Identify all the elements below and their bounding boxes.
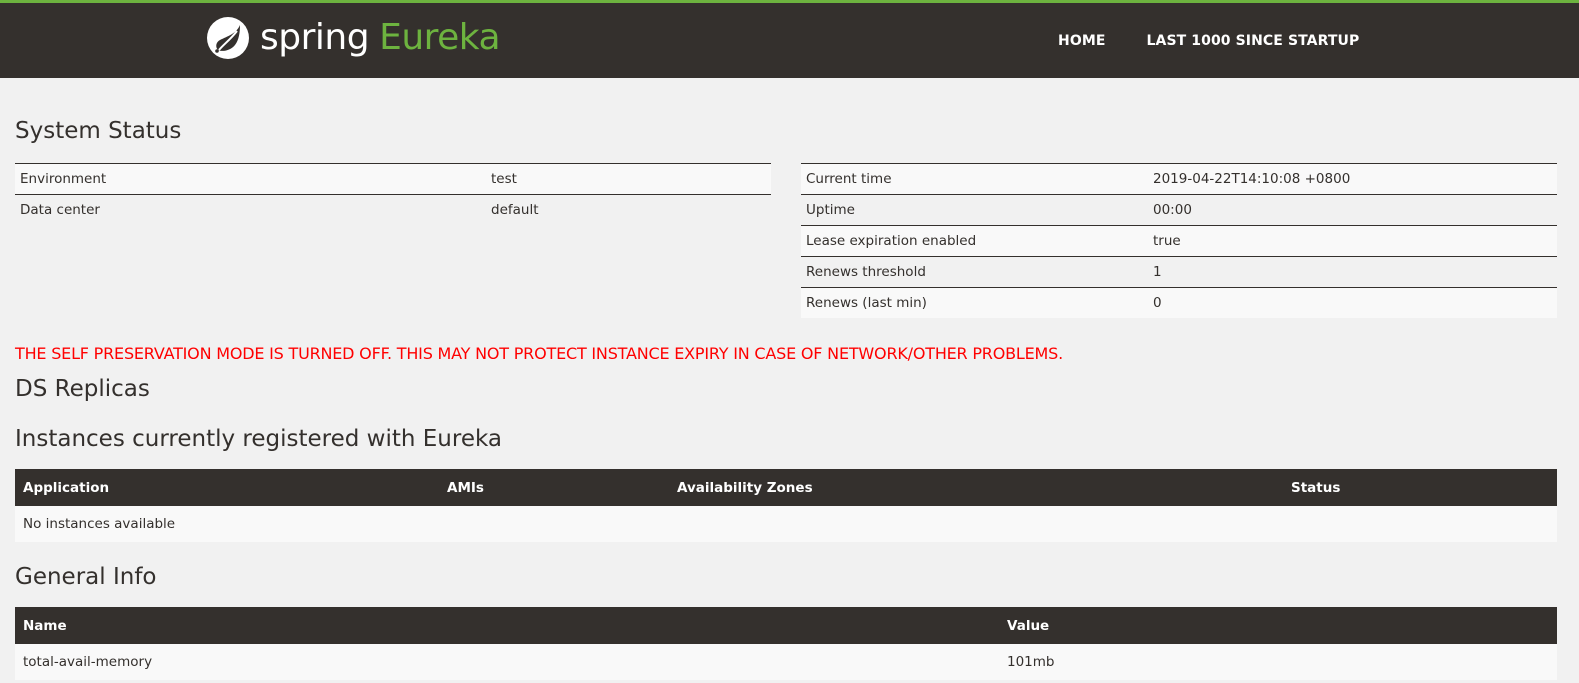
column-header-status: Status xyxy=(1283,469,1557,506)
status-key: Renews (last min) xyxy=(801,287,1148,318)
table-row: Renews (last min) 0 xyxy=(801,287,1557,318)
status-key: Lease expiration enabled xyxy=(801,225,1148,257)
system-status-left-table: Environment test Data center default xyxy=(15,163,771,225)
brand-logo-link[interactable]: spring Eureka xyxy=(206,14,501,62)
status-key: Uptime xyxy=(801,194,1148,226)
self-preservation-warning: THE SELF PRESERVATION MODE IS TURNED OFF… xyxy=(15,344,1063,363)
table-row: Renews threshold 1 xyxy=(801,256,1557,288)
table-row: total-avail-memory 101mb xyxy=(15,644,1557,680)
column-header-value: Value xyxy=(999,607,1557,644)
nav-home-link[interactable]: HOME xyxy=(1058,33,1106,49)
column-header-name: Name xyxy=(15,607,999,644)
table-header-row: Application AMIs Availability Zones Stat… xyxy=(15,469,1557,506)
navbar: spring Eureka HOME LAST 1000 SINCE STARTU… xyxy=(0,0,1579,78)
status-value: true xyxy=(1148,225,1557,257)
status-key: Data center xyxy=(15,194,486,225)
table-row: Data center default xyxy=(15,194,771,225)
status-value: 2019-04-22T14:10:08 +0800 xyxy=(1148,163,1557,195)
ds-replicas-title: DS Replicas xyxy=(15,376,150,402)
info-value: 101mb xyxy=(999,644,1557,680)
spring-leaf-icon xyxy=(207,17,249,59)
table-row: Environment test xyxy=(15,163,771,195)
column-header-availability-zones: Availability Zones xyxy=(669,469,1283,506)
status-key: Current time xyxy=(801,163,1148,195)
status-value: 00:00 xyxy=(1148,194,1557,226)
nav-last-1000-link[interactable]: LAST 1000 SINCE STARTUP xyxy=(1147,33,1360,49)
status-key: Renews threshold xyxy=(801,256,1148,288)
status-value: 1 xyxy=(1148,256,1557,288)
column-header-amis: AMIs xyxy=(439,469,669,506)
instances-title: Instances currently registered with Eure… xyxy=(15,426,502,452)
status-key: Environment xyxy=(15,163,486,195)
general-info-table: Name Value total-avail-memory 101mb xyxy=(15,607,1557,680)
system-status-right-table: Current time 2019-04-22T14:10:08 +0800 U… xyxy=(801,163,1557,318)
table-row: Lease expiration enabled true xyxy=(801,225,1557,257)
system-status-title: System Status xyxy=(15,118,182,144)
status-value: default xyxy=(486,194,771,225)
table-row: Current time 2019-04-22T14:10:08 +0800 xyxy=(801,163,1557,195)
table-row: No instances available xyxy=(15,506,1557,542)
brand-name: spring Eureka xyxy=(260,14,501,62)
column-header-application: Application xyxy=(15,469,439,506)
status-value: 0 xyxy=(1148,287,1557,318)
no-instances-message: No instances available xyxy=(15,506,1557,542)
general-info-title: General Info xyxy=(15,564,157,590)
nav-links: HOME LAST 1000 SINCE STARTUP xyxy=(1058,3,1359,78)
brand-eureka-text: Eureka xyxy=(379,17,501,58)
table-row: Uptime 00:00 xyxy=(801,194,1557,226)
info-name: total-avail-memory xyxy=(15,644,999,680)
status-value: test xyxy=(486,163,771,195)
table-header-row: Name Value xyxy=(15,607,1557,644)
brand-spring-text: spring xyxy=(260,17,370,58)
instances-table: Application AMIs Availability Zones Stat… xyxy=(15,469,1557,542)
